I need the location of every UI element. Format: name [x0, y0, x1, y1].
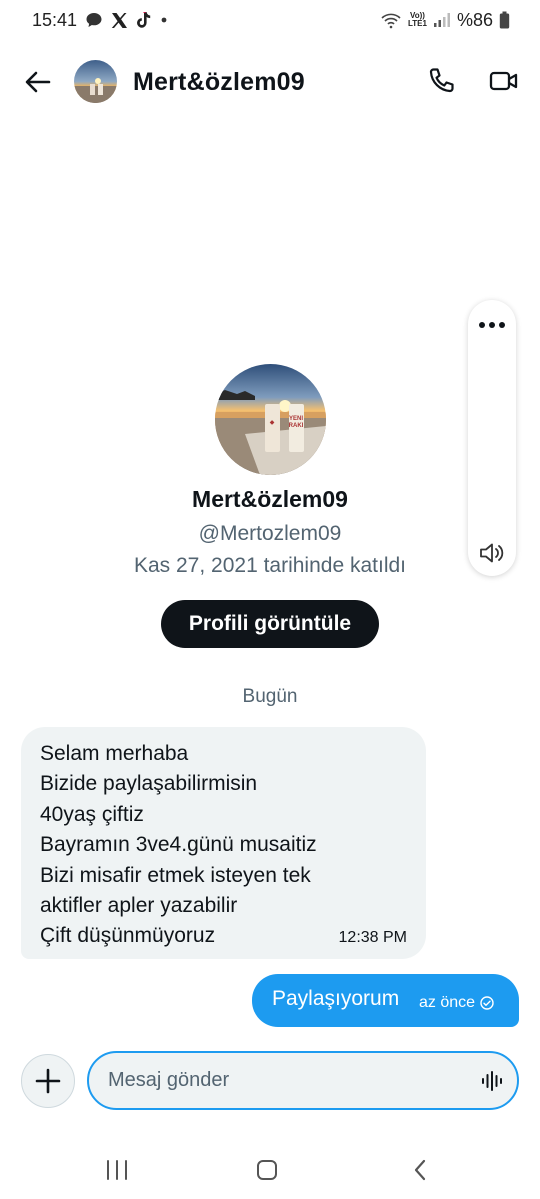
network-bottom: LTE1: [408, 19, 427, 28]
header-title[interactable]: Mert&özlem09: [133, 68, 305, 97]
home-square-icon: [257, 1160, 277, 1180]
plus-icon: [35, 1068, 61, 1094]
status-left: 15:41: [32, 10, 168, 31]
chat-bubble-icon: [85, 11, 103, 29]
video-call-button[interactable]: [486, 64, 522, 98]
tiktok-icon: [136, 11, 152, 29]
profile-avatar[interactable]: ◆ YENI RAKI: [215, 364, 326, 475]
message-line: Selam merhaba: [40, 742, 189, 765]
profile-name: Mert&özlem09: [192, 486, 348, 512]
outgoing-message-bubble[interactable]: Paylaşıyorum az önce: [252, 974, 519, 1027]
wifi-calling-icon: [380, 11, 402, 29]
system-navigation-bar: [0, 1140, 540, 1199]
audio-waveform-icon: [482, 1071, 502, 1091]
outgoing-message-text: Paylaşıyorum: [272, 987, 400, 1010]
dot-icon: [160, 16, 168, 24]
outgoing-message-status: az önce: [419, 994, 494, 1012]
network-type: Vo)) LTE1: [408, 12, 427, 28]
svg-text:RAKI: RAKI: [289, 423, 304, 429]
status-time: 15:41: [32, 9, 78, 30]
video-camera-icon: [489, 71, 518, 91]
message-line: aktifler apler yazabilir: [40, 894, 238, 918]
recents-icon: [107, 1160, 127, 1180]
message-line: Bizi misafir etmek isteyen tek: [40, 863, 311, 887]
signal-icon: [433, 12, 451, 28]
more-options-button[interactable]: [468, 310, 516, 340]
status-right: Vo)) LTE1 %86: [380, 10, 510, 31]
message-input[interactable]: [108, 1053, 468, 1108]
home-button[interactable]: [252, 1156, 282, 1184]
recent-apps-button[interactable]: [100, 1156, 134, 1184]
message-line: Bizide paylaşabilirmisin: [40, 772, 258, 796]
svg-text:YENI: YENI: [289, 416, 303, 422]
message-composer: [87, 1051, 519, 1110]
back-button[interactable]: [22, 66, 54, 98]
profile-joined-date: Kas 27, 2021 tarihinde katıldı: [133, 554, 406, 577]
voice-message-button[interactable]: [478, 1067, 506, 1095]
message-timestamp: 12:38 PM: [338, 929, 407, 946]
date-separator: Bugün: [242, 686, 298, 707]
more-horizontal-icon: [479, 322, 505, 328]
status-bar: 15:41 Vo)) LTE1 %86: [0, 0, 540, 40]
profile-handle: @Mertozlem09: [198, 522, 342, 545]
view-profile-button[interactable]: Profili görüntüle: [161, 600, 379, 648]
message-line: 40yaş çiftiz: [40, 802, 144, 826]
add-media-button[interactable]: [21, 1054, 75, 1108]
incoming-message-bubble[interactable]: Selam merhaba Bizide paylaşabilirmisin 4…: [21, 727, 426, 959]
outgoing-message-time: az önce: [419, 994, 476, 1011]
svg-text:◆: ◆: [270, 420, 275, 426]
battery-percent: %86: [456, 9, 493, 30]
chevron-left-icon: [414, 1159, 426, 1181]
x-logo-icon: [111, 12, 128, 29]
check-circle-icon: [480, 996, 494, 1010]
phone-icon: [429, 68, 454, 93]
message-line: Bayramın 3ve4.günü musaitiz: [40, 833, 317, 857]
system-back-button[interactable]: [405, 1156, 435, 1184]
header-avatar[interactable]: [74, 60, 117, 103]
arrow-left-icon: [25, 71, 51, 93]
voice-call-button[interactable]: [424, 64, 458, 98]
battery-icon: [499, 11, 510, 29]
conversation-header: Mert&özlem09: [0, 46, 540, 118]
